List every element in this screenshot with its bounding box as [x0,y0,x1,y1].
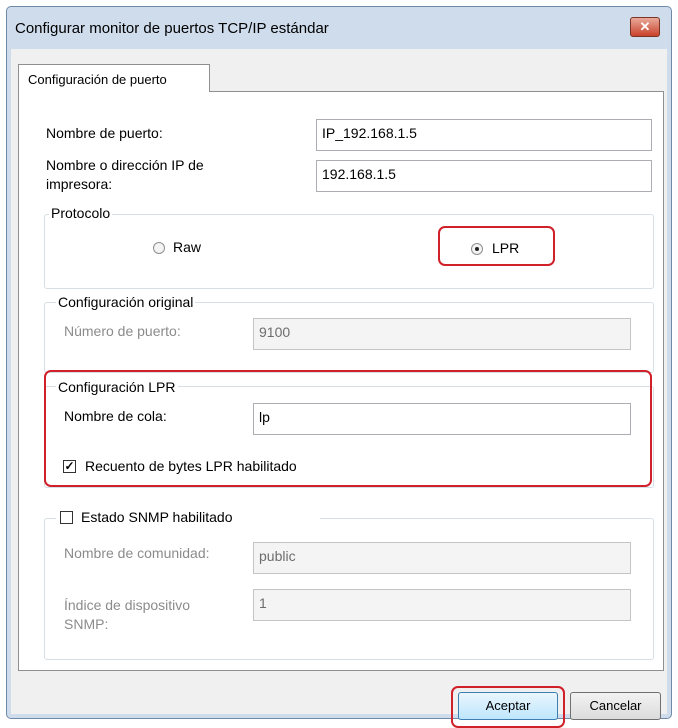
raw-radio-label[interactable]: Raw [173,238,201,257]
port-number-input: 9100 [253,318,631,350]
lpr-highlight-annotation [438,226,555,266]
title-bar[interactable]: Configurar monitor de puertos TCP/IP est… [7,7,671,47]
raw-settings-legend: Configuración original [56,294,196,311]
tab-panel: Nombre de puerto: IP_192.168.1.5 Nombre … [18,91,664,671]
device-index-input: 1 [253,589,631,621]
device-index-label-line2: SNMP: [64,616,109,632]
dialog-client-area: Configuración de puerto Nombre de puerto… [11,49,667,728]
ok-button-highlight-annotation [451,686,565,728]
port-name-label: Nombre de puerto: [46,125,163,141]
snmp-enabled-label[interactable]: Estado SNMP habilitado [81,508,233,527]
window-title: Configurar monitor de puertos TCP/IP est… [15,20,329,37]
close-button[interactable]: ✕ [630,17,660,37]
snmp-legend-container: Estado SNMP habilitado [56,509,320,527]
protocol-group [44,214,654,289]
community-name-input: public [253,542,631,574]
printer-address-input[interactable]: 192.168.1.5 [316,160,652,192]
dialog-window: Configurar monitor de puertos TCP/IP est… [6,6,672,728]
tab-label: Configuración de puerto [28,72,167,87]
cancel-button[interactable]: Cancelar [570,692,661,720]
protocol-legend: Protocolo [49,205,113,222]
community-name-label: Nombre de comunidad: [64,545,210,561]
snmp-enabled-checkbox[interactable] [60,511,73,524]
printer-address-label-line1: Nombre o dirección IP de [46,157,204,173]
lpr-settings-highlight-annotation [44,370,652,487]
device-index-label-line1: Índice de dispositivo [64,597,191,613]
port-name-input[interactable]: IP_192.168.1.5 [316,119,652,151]
tab-port-configuration[interactable]: Configuración de puerto [18,64,210,92]
raw-radio[interactable] [153,242,165,254]
printer-address-label-line2: impresora: [46,176,113,192]
port-number-label: Número de puerto: [64,323,181,339]
close-icon: ✕ [639,19,651,34]
